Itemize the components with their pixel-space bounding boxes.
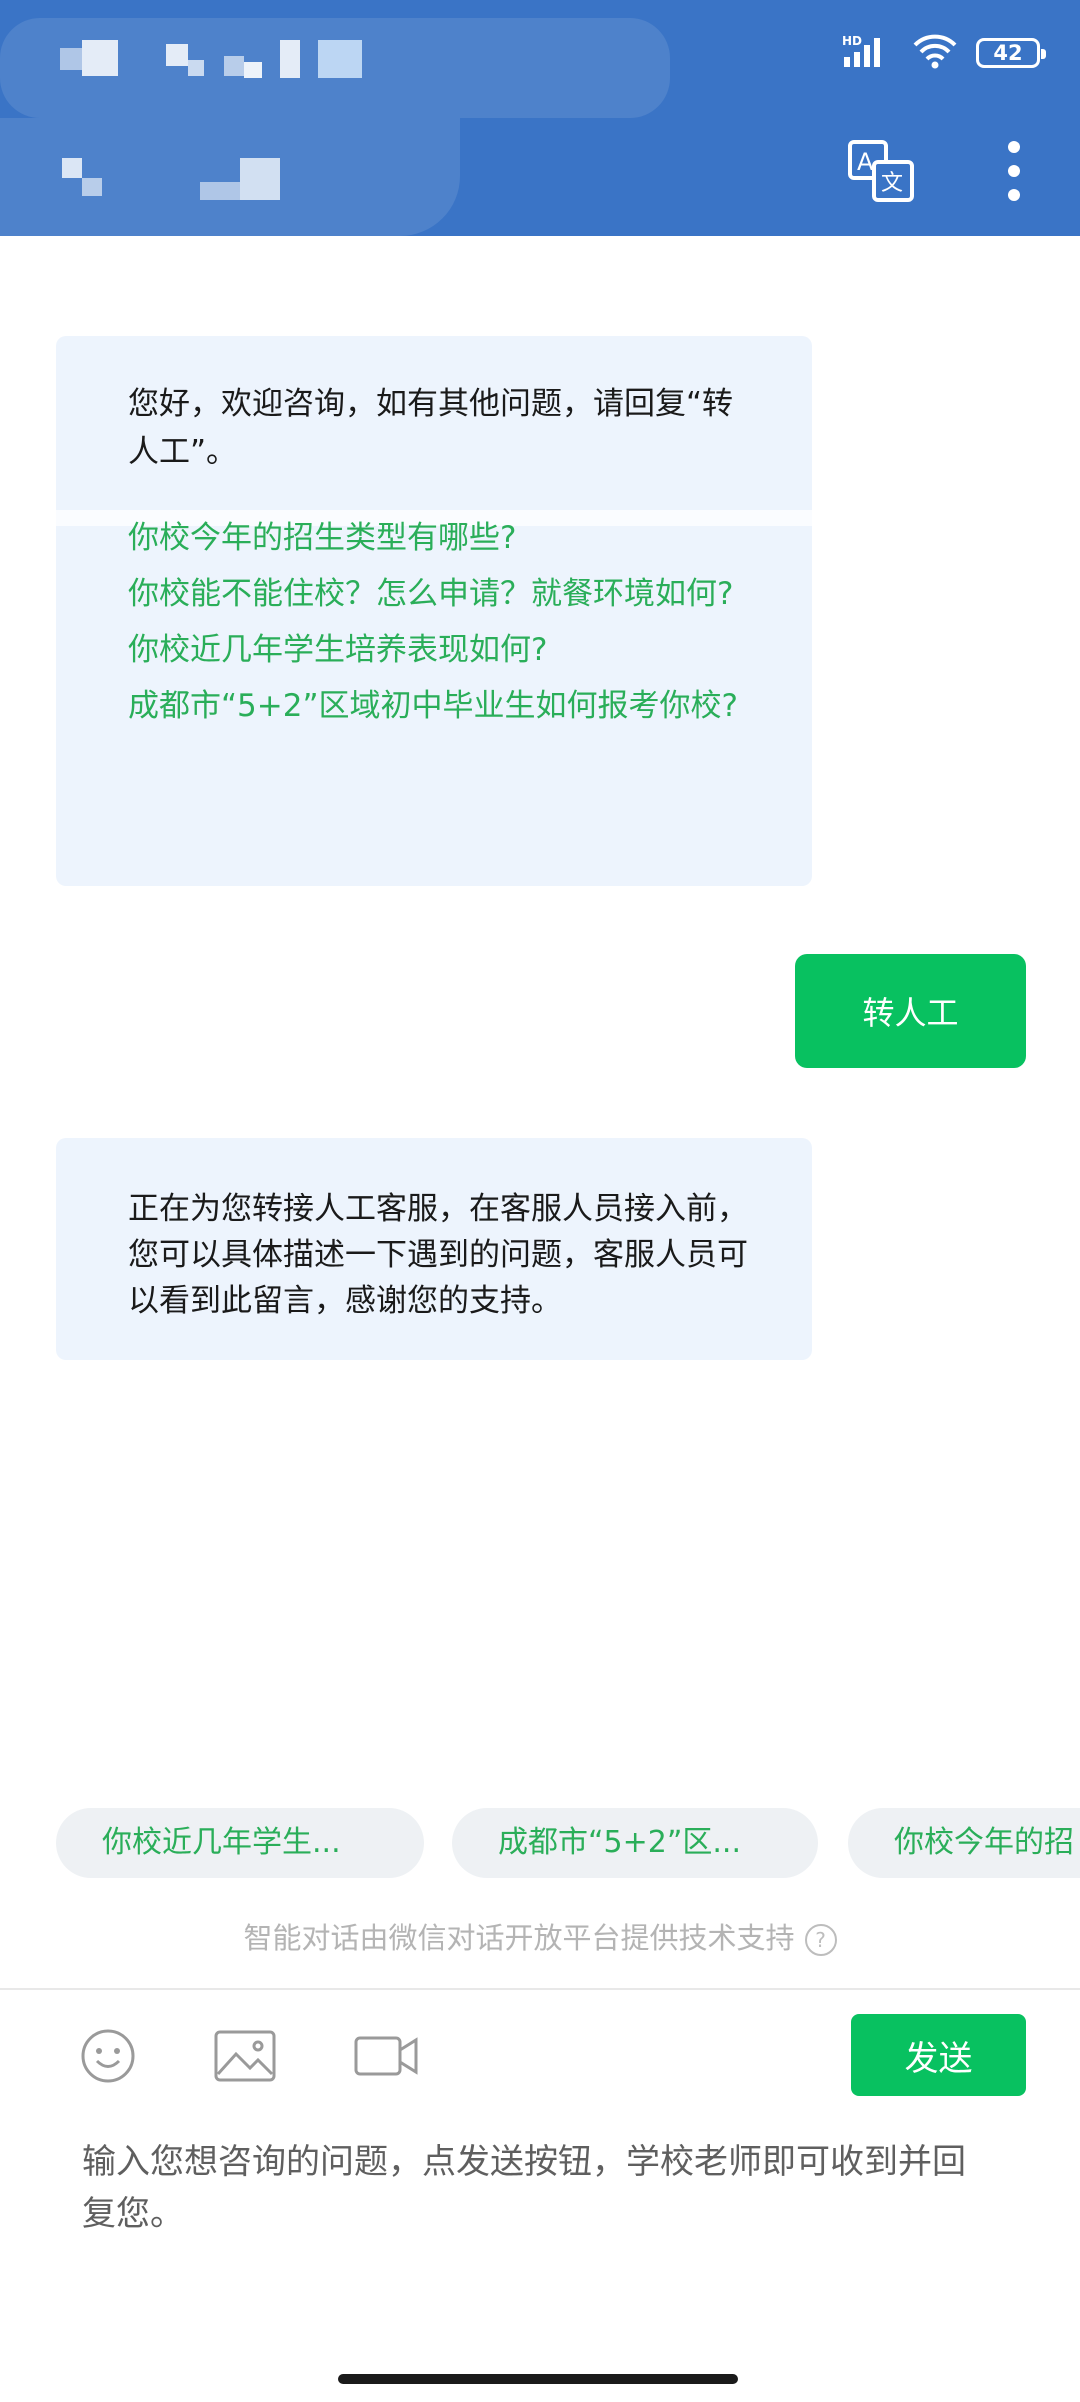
quick-replies: 你校近几年学生... 成都市“5+2”区... 你校今年的招 bbox=[56, 1808, 1080, 1878]
bot-message-welcome: 您好，欢迎咨询，如有其他问题，请回复“转人工”。 你校今年的招生类型有哪些? 你… bbox=[56, 336, 812, 886]
redacted-pixel bbox=[224, 56, 244, 76]
suggested-question-link[interactable]: 你校近几年学生培养表现如何? bbox=[128, 628, 748, 672]
quick-reply-chip[interactable]: 成都市“5+2”区... bbox=[452, 1808, 818, 1878]
status-bar-right: HD 42 bbox=[842, 28, 1046, 78]
wifi-icon bbox=[912, 33, 958, 73]
redacted-pixel bbox=[166, 44, 188, 66]
header-bar: HD 42 A 文 bbox=[0, 0, 1080, 236]
user-message: 转人工 bbox=[795, 954, 1026, 1068]
help-icon[interactable]: ? bbox=[804, 1924, 837, 1956]
redacted-pixel bbox=[188, 60, 204, 76]
redacted-pixel bbox=[318, 40, 362, 78]
cellular-signal-icon: HD bbox=[842, 33, 894, 73]
emoji-icon[interactable] bbox=[80, 2028, 136, 2088]
image-icon[interactable] bbox=[214, 2028, 276, 2088]
redacted-pixel bbox=[244, 62, 262, 78]
battery-icon: 42 bbox=[976, 38, 1046, 68]
quick-reply-chip[interactable]: 你校今年的招 bbox=[848, 1808, 1080, 1878]
powered-by-note: 智能对话由微信对话开放平台提供技术支持? bbox=[0, 1918, 1080, 1958]
redacted-pixel bbox=[200, 182, 240, 200]
redacted-pixel bbox=[280, 40, 300, 78]
quick-reply-chip[interactable]: 你校近几年学生... bbox=[56, 1808, 424, 1878]
redacted-pixel bbox=[82, 178, 102, 196]
message-input[interactable] bbox=[82, 2136, 982, 2256]
suggested-question-link[interactable]: 你校今年的招生类型有哪些? bbox=[128, 516, 748, 560]
redacted-pixel bbox=[82, 40, 118, 76]
composer: 发送 bbox=[0, 1988, 1080, 2402]
redacted-pixel bbox=[60, 48, 82, 70]
message-text: 正在为您转接人工客服，在客服人员接入前，您可以具体描述一下遇到的问题，客服人员可… bbox=[128, 1191, 748, 1319]
redacted-pixel bbox=[240, 158, 280, 200]
translate-icon: A 文 bbox=[848, 140, 914, 202]
redacted-pixel bbox=[62, 158, 82, 178]
more-vertical-icon bbox=[1008, 141, 1020, 201]
battery-level: 42 bbox=[993, 41, 1023, 65]
svg-text:A: A bbox=[857, 148, 874, 176]
suggested-questions: 你校今年的招生类型有哪些? 你校能不能住校？怎么申请？就餐环境如何? 你校近几年… bbox=[128, 516, 748, 740]
more-options-button[interactable] bbox=[996, 138, 1032, 204]
svg-text:文: 文 bbox=[881, 171, 903, 196]
bot-message-transfer: 正在为您转接人工客服，在客服人员接入前，您可以具体描述一下遇到的问题，客服人员可… bbox=[56, 1138, 812, 1360]
message-text: 您好，欢迎咨询，如有其他问题，请回复“转人工”。 bbox=[128, 386, 734, 470]
suggested-question-link[interactable]: 你校能不能住校？怎么申请？就餐环境如何? bbox=[128, 572, 748, 616]
powered-by-text: 智能对话由微信对话开放平台提供技术支持 bbox=[243, 1921, 795, 1955]
send-button[interactable]: 发送 bbox=[851, 2014, 1026, 2096]
network-label: HD bbox=[842, 34, 862, 48]
translate-button[interactable]: A 文 bbox=[848, 140, 914, 202]
home-indicator[interactable] bbox=[338, 2374, 738, 2384]
video-icon[interactable] bbox=[354, 2028, 420, 2088]
suggested-question-link[interactable]: 成都市“5+2”区域初中毕业生如何报考你校? bbox=[128, 684, 748, 728]
